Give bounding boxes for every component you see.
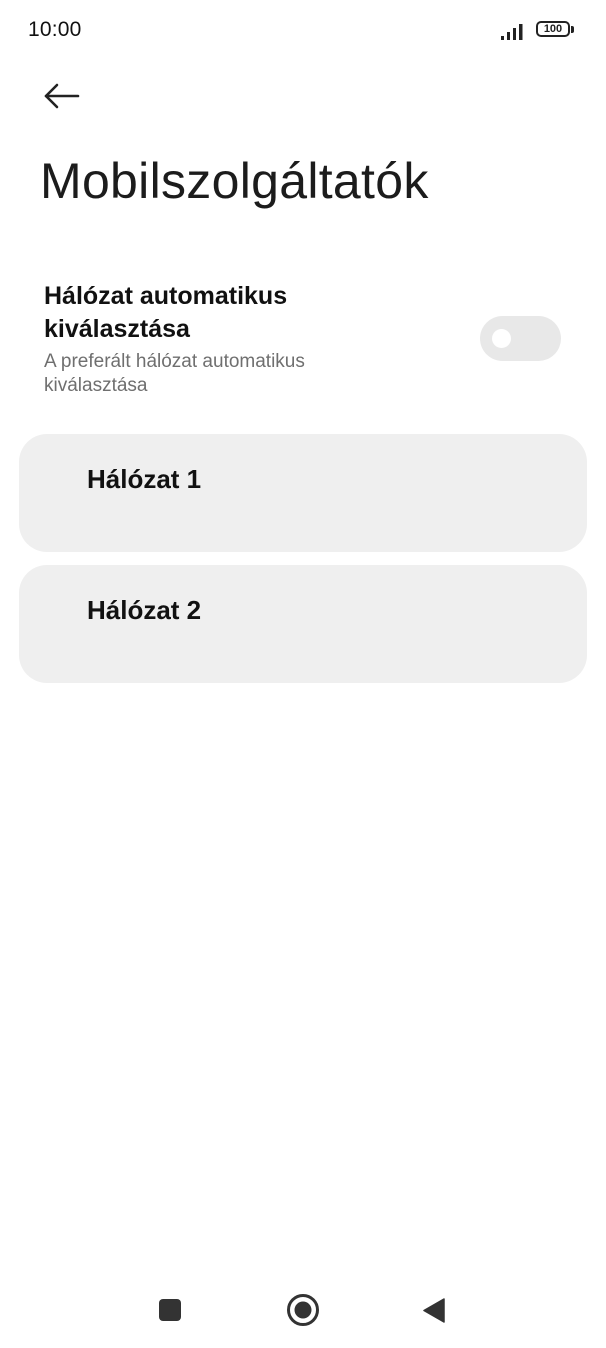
battery-level: 100 (543, 22, 563, 35)
network-item-label: Hálózat 1 (87, 464, 202, 494)
triangle-back-icon[interactable] (423, 1298, 445, 1323)
signal-bars-icon (501, 24, 523, 40)
circle-home-icon[interactable] (286, 1293, 320, 1327)
navigation-bar (0, 1270, 606, 1348)
auto-select-subtitle: A preferált hálózat automatikus kiválasz… (44, 351, 305, 396)
status-time: 10:00 (28, 18, 82, 41)
back-button[interactable] (36, 74, 88, 118)
auto-select-row[interactable]: Hálózat automatikus kiválasztása A prefe… (0, 270, 606, 415)
auto-select-title: Hálózat automatikus kiválasztása (44, 282, 288, 343)
toggle-knob (492, 329, 511, 348)
network-item-2[interactable]: Hálózat 2 (19, 565, 587, 683)
page-title: Mobilszolgáltatók (40, 153, 429, 209)
network-item-label: Hálózat 2 (87, 595, 202, 625)
auto-select-toggle[interactable] (480, 316, 561, 361)
square-recents-icon[interactable] (159, 1299, 181, 1321)
arrow-left-icon (44, 83, 80, 109)
battery-icon: 100 (536, 21, 570, 37)
battery-tip (571, 26, 574, 33)
status-bar: 10:00 100 (0, 0, 606, 62)
network-item-1[interactable]: Hálózat 1 (19, 434, 587, 552)
